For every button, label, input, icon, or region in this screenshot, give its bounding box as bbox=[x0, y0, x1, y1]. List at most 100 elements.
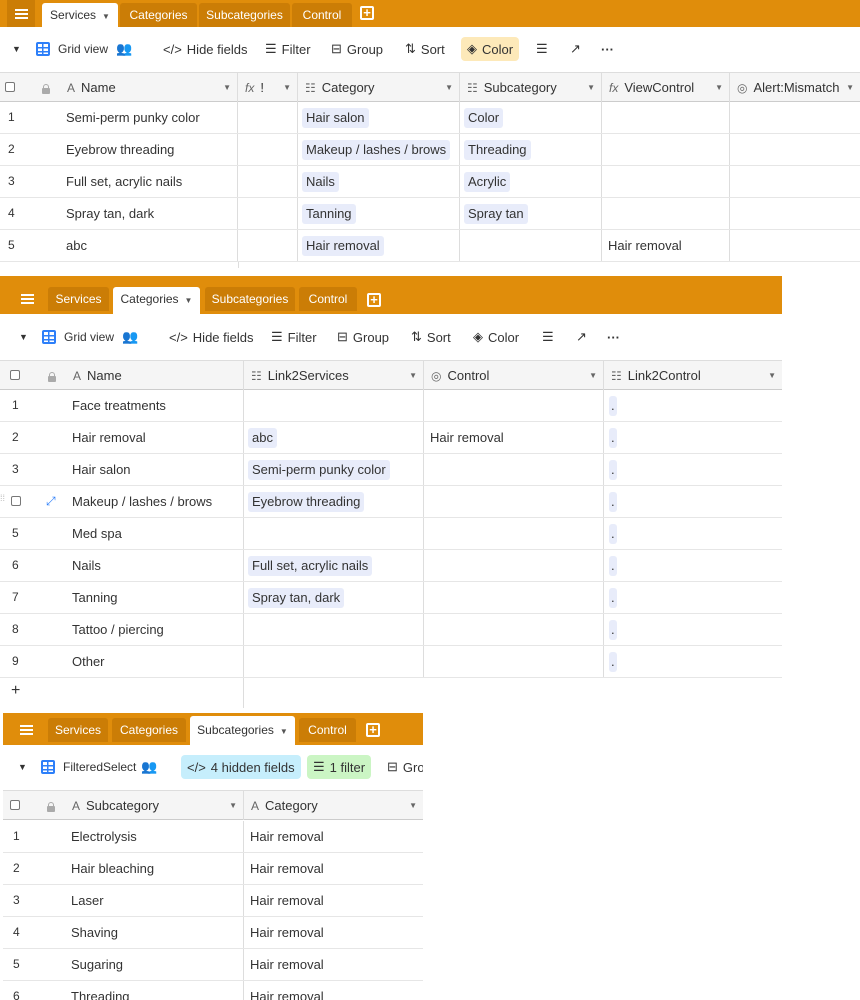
cell-subcategory[interactable]: Threading bbox=[460, 134, 602, 165]
cell-category[interactable]: Hair removal bbox=[244, 885, 423, 916]
sort-button[interactable]: ⇅ Sort bbox=[405, 37, 445, 61]
table-row[interactable]: 1 Electrolysis Hair removal bbox=[3, 821, 423, 853]
cell-formula[interactable] bbox=[238, 230, 298, 261]
cell-subcategory[interactable]: Threading bbox=[65, 981, 244, 1000]
table-row[interactable]: 5 abc Hair removal Hair removal bbox=[0, 230, 860, 262]
cell-link2services[interactable] bbox=[244, 646, 424, 677]
select-all-checkbox[interactable] bbox=[10, 370, 20, 380]
menu-button[interactable] bbox=[12, 718, 40, 742]
cell-link2control[interactable]: . bbox=[604, 646, 782, 677]
group-button[interactable]: ⊟ Group bbox=[331, 37, 383, 61]
table-row[interactable]: 2 Hair bleaching Hair removal bbox=[3, 853, 423, 885]
cell-viewcontrol[interactable] bbox=[602, 198, 730, 229]
more-options-icon[interactable]: ··· bbox=[607, 325, 620, 349]
column-header-subcategory[interactable]: ☷ Subcategory ▼ bbox=[460, 73, 602, 102]
link-pill[interactable]: . bbox=[609, 396, 617, 416]
color-button[interactable]: ◈ Color bbox=[461, 37, 520, 61]
cell-link2control[interactable]: . bbox=[604, 518, 782, 549]
cell-link2services[interactable]: abc bbox=[244, 422, 424, 453]
cell-formula[interactable] bbox=[238, 198, 298, 229]
hide-fields-button[interactable]: </> Hide fields bbox=[169, 325, 254, 349]
link-pill[interactable]: Acrylic bbox=[464, 172, 511, 192]
cell-link2control[interactable]: . bbox=[604, 614, 782, 645]
cell-link2services[interactable] bbox=[244, 614, 424, 645]
table-row[interactable]: 3 Full set, acrylic nails Nails Acrylic bbox=[0, 166, 860, 198]
filter-button[interactable]: ☰ Filter bbox=[265, 37, 311, 61]
cell-category[interactable]: Hair removal bbox=[244, 821, 423, 852]
cell-viewcontrol[interactable] bbox=[602, 134, 730, 165]
link-pill[interactable]: Threading bbox=[464, 140, 531, 160]
link-pill[interactable]: . bbox=[609, 556, 617, 576]
table-row[interactable]: 4 Shaving Hair removal bbox=[3, 917, 423, 949]
table-row[interactable]: ⁞⁞ ⤢ Makeup / lashes / brows Eyebrow thr… bbox=[0, 486, 782, 518]
link-pill[interactable]: . bbox=[609, 460, 617, 480]
cell-link2services[interactable]: Semi-perm punky color bbox=[244, 454, 424, 485]
cell-subcategory[interactable]: Spray tan bbox=[460, 198, 602, 229]
view-switcher[interactable]: Grid view bbox=[36, 37, 108, 61]
cell-link2control[interactable]: . bbox=[604, 486, 782, 517]
color-button[interactable]: ◈ Color bbox=[473, 325, 519, 349]
cell-alert-mismatch[interactable] bbox=[730, 198, 860, 229]
collaborators-icon[interactable]: 👥 bbox=[122, 325, 138, 349]
row-height-icon[interactable]: ☰ bbox=[542, 325, 554, 349]
select-all-checkbox[interactable] bbox=[5, 82, 15, 92]
collapse-toggle[interactable]: ▼ bbox=[19, 325, 28, 349]
add-table-icon[interactable]: + bbox=[367, 293, 381, 307]
tab-subcategories[interactable]: Subcategories bbox=[199, 3, 290, 27]
add-table-icon[interactable]: + bbox=[366, 723, 380, 737]
link-pill[interactable]: . bbox=[609, 524, 617, 544]
link-pill[interactable]: Makeup / lashes / brows bbox=[302, 140, 451, 160]
share-view-icon[interactable]: ↗ bbox=[570, 37, 581, 61]
cell-category[interactable]: Hair removal bbox=[244, 981, 423, 1000]
cell-category[interactable]: Nails bbox=[298, 166, 460, 197]
table-row[interactable]: 7 Tanning Spray tan, dark . bbox=[0, 582, 782, 614]
sort-button[interactable]: ⇅ Sort bbox=[411, 325, 451, 349]
cell-subcategory[interactable]: Laser bbox=[65, 885, 244, 916]
table-row[interactable]: 3 Hair salon Semi-perm punky color . bbox=[0, 454, 782, 486]
cell-name[interactable]: Hair salon bbox=[66, 454, 244, 485]
add-row-button[interactable]: + bbox=[11, 682, 20, 700]
cell-category[interactable]: Hair salon bbox=[298, 102, 460, 133]
cell-category[interactable]: Hair removal bbox=[244, 949, 423, 980]
column-header-name[interactable]: A Name bbox=[66, 361, 244, 390]
table-row[interactable]: 1 Face treatments . bbox=[0, 390, 782, 422]
cell-category[interactable]: Hair removal bbox=[298, 230, 460, 261]
link-pill[interactable]: abc bbox=[248, 428, 277, 448]
link-pill[interactable]: Color bbox=[464, 108, 504, 128]
tab-services[interactable]: Services ▼ bbox=[42, 3, 118, 27]
menu-button[interactable] bbox=[13, 287, 41, 311]
row-height-icon[interactable]: ☰ bbox=[536, 37, 548, 61]
cell-subcategory[interactable]: Shaving bbox=[65, 917, 244, 948]
link-pill[interactable]: Eyebrow threading bbox=[248, 492, 365, 512]
table-row[interactable]: 6 Nails Full set, acrylic nails . bbox=[0, 550, 782, 582]
group-button[interactable]: ⊟ Group bbox=[337, 325, 389, 349]
cell-viewcontrol[interactable] bbox=[602, 102, 730, 133]
link-pill[interactable]: Hair removal bbox=[302, 236, 384, 256]
table-row[interactable]: 8 Tattoo / piercing . bbox=[0, 614, 782, 646]
cell-name[interactable]: abc bbox=[60, 230, 238, 261]
cell-link2services[interactable]: Eyebrow threading bbox=[244, 486, 424, 517]
cell-formula[interactable] bbox=[238, 102, 298, 133]
column-header-alert-mismatch[interactable]: ◎ Alert:Mismatch ▼ bbox=[730, 73, 860, 102]
cell-subcategory[interactable]: Color bbox=[460, 102, 602, 133]
column-header-link2control[interactable]: ☷ Link2Control ▼ bbox=[604, 361, 782, 390]
more-options-icon[interactable]: ··· bbox=[601, 37, 614, 61]
cell-link2control[interactable]: . bbox=[604, 582, 782, 613]
cell-name[interactable]: Tanning bbox=[66, 582, 244, 613]
cell-link2services[interactable] bbox=[244, 390, 424, 421]
link-pill[interactable]: . bbox=[609, 620, 617, 640]
drag-handle-icon[interactable]: ⁞⁞ bbox=[0, 494, 5, 503]
link-pill[interactable]: Semi-perm punky color bbox=[248, 460, 390, 480]
filter-button[interactable]: ☰ Filter bbox=[271, 325, 317, 349]
cell-name[interactable]: Spray tan, dark bbox=[60, 198, 238, 229]
cell-name[interactable]: Semi-perm punky color bbox=[60, 102, 238, 133]
tab-categories[interactable]: Categories ▼ bbox=[113, 287, 200, 314]
column-header-link2services[interactable]: ☷ Link2Services ▼ bbox=[244, 361, 424, 390]
select-all-checkbox[interactable] bbox=[10, 800, 20, 810]
table-row[interactable]: 3 Laser Hair removal bbox=[3, 885, 423, 917]
cell-name[interactable]: Makeup / lashes / brows bbox=[66, 486, 244, 517]
collaborators-icon[interactable]: 👥 bbox=[141, 755, 157, 779]
cell-subcategory[interactable]: Hair bleaching bbox=[65, 853, 244, 884]
tab-services[interactable]: Services bbox=[48, 287, 109, 311]
cell-control[interactable] bbox=[424, 390, 604, 421]
